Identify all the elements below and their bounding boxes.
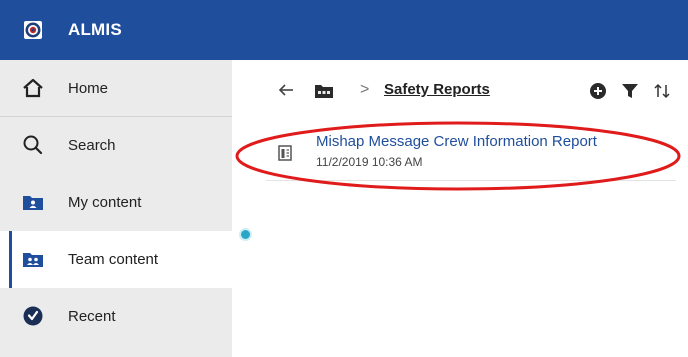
sidebar-item-label: Home [68,80,109,97]
folder-icon[interactable] [314,82,334,100]
item-title-link[interactable]: Mishap Message Crew Information Report [316,133,597,150]
breadcrumb-separator: > [360,81,370,98]
page-title: Safety Reports [384,81,490,98]
sidebar-item-label: My content [68,194,142,211]
sidebar-item-team-content[interactable]: Team content [0,231,232,288]
sort-icon[interactable] [652,81,672,101]
breadcrumb: > Safety Reports [232,60,688,120]
app-title: ALMIS [68,20,122,39]
search-icon [22,134,44,156]
back-arrow-icon[interactable] [276,80,296,100]
filter-icon[interactable] [620,81,640,101]
sidebar: Home Search My content Team content Rece… [0,60,232,357]
team-content-folder-icon [22,248,44,270]
panel-resize-handle[interactable] [239,228,252,241]
list-item[interactable]: Mishap Message Crew Information Report 1… [232,120,688,182]
item-timestamp: 11/2/2019 10:36 AM [316,155,423,169]
sidebar-item-label: Search [68,137,116,154]
sidebar-item-my-content[interactable]: My content [0,174,232,231]
sidebar-item-label: Team content [68,251,159,268]
sidebar-item-home[interactable]: Home [0,60,232,117]
sidebar-item-recent[interactable]: Recent [0,288,232,345]
clock-icon [22,305,44,327]
my-content-folder-icon [22,191,44,213]
report-icon [278,145,292,161]
home-icon [22,77,44,99]
coast-guard-seal-icon [24,21,42,39]
add-circle-icon[interactable] [588,81,608,101]
divider [266,180,676,181]
sidebar-item-label: Recent [68,308,116,325]
app-header: ALMIS [0,0,688,60]
sidebar-item-search[interactable]: Search [0,117,232,174]
